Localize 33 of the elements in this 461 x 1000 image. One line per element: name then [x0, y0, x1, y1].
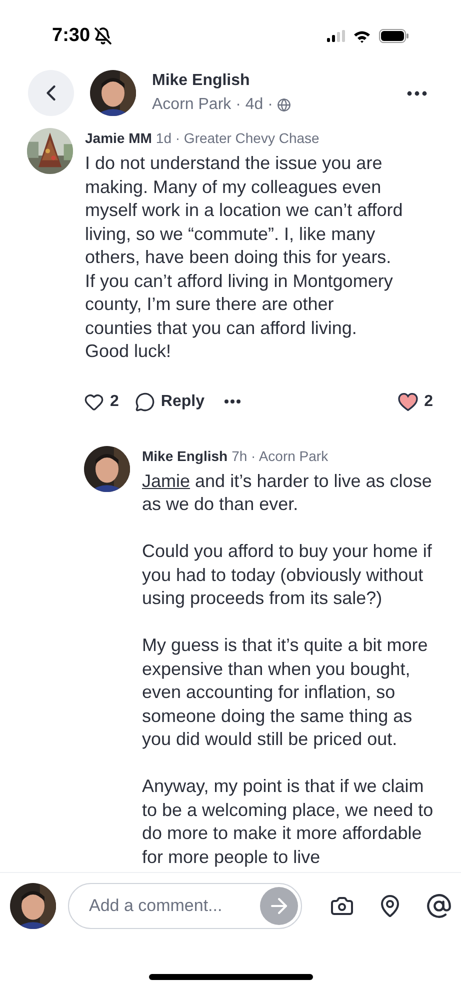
location-button[interactable]	[378, 894, 402, 918]
more-icon	[407, 90, 427, 96]
signal-icon	[327, 30, 345, 42]
speech-bubble-icon	[134, 392, 155, 412]
commenter-name: Jamie MM	[85, 129, 152, 148]
mention-button[interactable]	[426, 892, 452, 918]
heart-icon	[84, 392, 104, 412]
at-sign-icon	[426, 892, 452, 918]
mention-link[interactable]: Jamie	[142, 470, 190, 490]
location-pin-icon	[378, 894, 402, 918]
battery-icon	[379, 29, 409, 43]
status-time: 7:30	[52, 24, 90, 48]
reply-text: My guess is that it’s quite a bit more expensive than when you bought, even accounting for inflation, so someone doing the same thing as you did would still be priced out.	[142, 634, 429, 751]
reply-button[interactable]: Reply	[134, 390, 204, 414]
heart-icon	[398, 392, 418, 410]
commenter-name: Mike English	[142, 446, 228, 466]
reply-text: Anyway, my point is that if we claim to be a welcoming place, we need to do more to make it more affordable for more people to live	[142, 775, 434, 869]
reply-text: Could you afford to buy your home if you had to today (obviously without using proceeds from its sale?)	[142, 540, 433, 610]
comment-meta: 7h · Acorn Park	[232, 446, 328, 466]
globe-icon	[276, 98, 291, 112]
back-button[interactable]	[28, 70, 74, 116]
comment-field[interactable]: Add a comment...	[68, 882, 302, 928]
bell-muted-icon	[94, 27, 112, 45]
reaction-count: 2	[424, 392, 433, 412]
more-button[interactable]	[224, 399, 242, 404]
reply-text: Jamie and it’s harder to live as close as we do than ever.	[142, 470, 433, 516]
author-name: Mike English	[152, 71, 251, 91]
wifi-icon	[353, 30, 371, 42]
comment-meta: 1d · Greater Chevy Chase	[156, 129, 320, 148]
comment-text: I do not understand the issue you are making. Many of my colleagues even myself work in a location we can’t afford living, so we “commute”. I, like many others, have been doing this for years. If you can’t afford living in Montgomery county, I’m sure there are other counties that you can afford living. Good luck!	[85, 152, 404, 363]
more-icon	[224, 399, 242, 404]
post-meta: Acorn Park · 4d ·	[152, 95, 273, 115]
like-button[interactable]: 2	[84, 390, 119, 414]
